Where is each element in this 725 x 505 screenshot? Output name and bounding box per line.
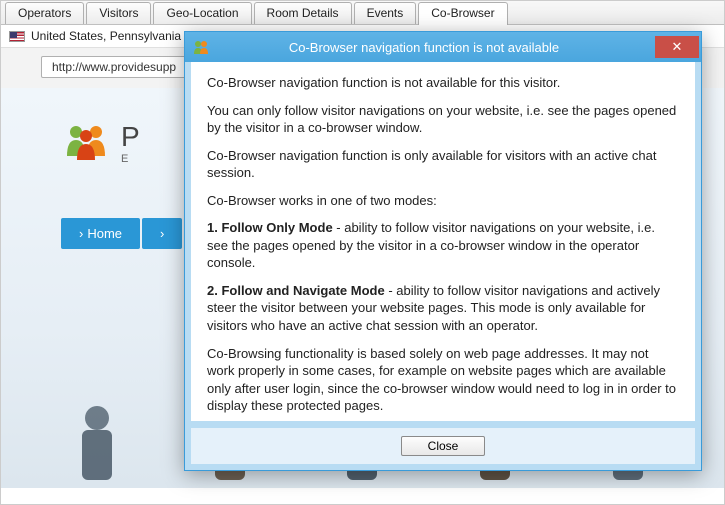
- tabs-row: Operators Visitors Geo-Location Room Det…: [1, 1, 724, 25]
- location-text: United States, Pennsylvania: [31, 29, 181, 43]
- dialog-text: Co-Browser navigation function is only a…: [207, 147, 679, 182]
- nav-home-label: Home: [87, 226, 122, 241]
- tab-operators[interactable]: Operators: [5, 2, 84, 24]
- people-icon: [193, 39, 209, 55]
- dialog-title: Co-Browser navigation function is not av…: [217, 40, 647, 55]
- nav-item-partial[interactable]: ›: [142, 218, 182, 249]
- dialog-cobrowser-unavailable: Co-Browser navigation function is not av…: [184, 31, 702, 471]
- tab-co-browser[interactable]: Co-Browser: [418, 2, 507, 25]
- dialog-text: Co-Browser navigation function is not av…: [207, 74, 679, 92]
- dialog-footer: Close: [185, 427, 701, 470]
- dialog-titlebar[interactable]: Co-Browser navigation function is not av…: [185, 32, 701, 62]
- dialog-text: You can only follow visitor navigations …: [207, 102, 679, 137]
- dialog-text: Co-Browsing functionality is based solel…: [207, 345, 679, 415]
- nav-home[interactable]: › Home: [61, 218, 140, 249]
- flag-icon: [9, 31, 25, 42]
- chevron-right-icon: ›: [79, 226, 83, 241]
- dialog-text: Co-Browser works in one of two modes:: [207, 192, 679, 210]
- tab-visitors[interactable]: Visitors: [86, 2, 151, 24]
- close-icon[interactable]: ✕: [655, 36, 699, 58]
- site-subtitle: E: [121, 153, 140, 165]
- dialog-body: Co-Browser navigation function is not av…: [185, 62, 701, 427]
- dialog-mode-1: 1. Follow Only Mode - ability to follow …: [207, 219, 679, 272]
- tab-geo-location[interactable]: Geo-Location: [153, 2, 251, 24]
- site-title: P: [121, 121, 140, 153]
- tab-room-details[interactable]: Room Details: [254, 2, 352, 24]
- site-logo-icon: [61, 118, 111, 168]
- tab-events[interactable]: Events: [354, 2, 417, 24]
- close-button[interactable]: Close: [401, 436, 486, 456]
- dialog-mode-2: 2. Follow and Navigate Mode - ability to…: [207, 282, 679, 335]
- url-field[interactable]: http://www.providesupp: [41, 56, 191, 78]
- site-nav: › Home ›: [61, 218, 182, 249]
- chevron-right-icon: ›: [160, 226, 164, 241]
- site-header: P E: [61, 118, 140, 168]
